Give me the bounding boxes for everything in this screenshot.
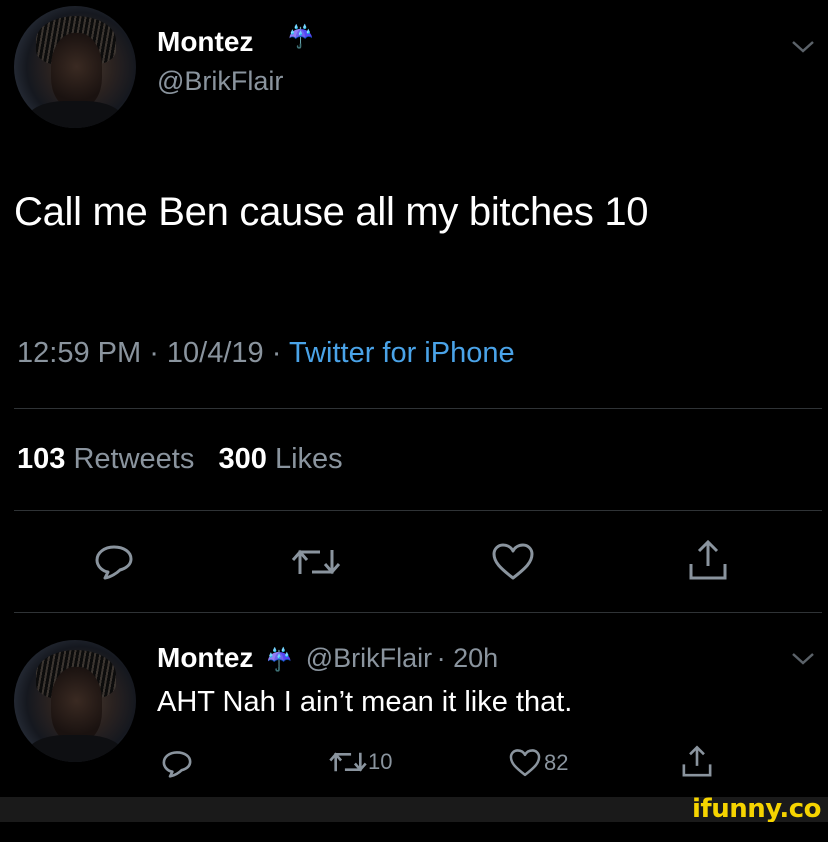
- author-handle[interactable]: @BrikFlair: [157, 66, 283, 97]
- tweet-time: 12:59 PM: [17, 337, 142, 369]
- likes-stat[interactable]: 300 Likes: [219, 443, 343, 475]
- divider: [14, 408, 822, 409]
- reply-like-count: 82: [544, 750, 569, 775]
- likes-count: 300: [218, 443, 267, 475]
- like-icon: [492, 543, 534, 580]
- meta-separator: ·: [436, 643, 454, 673]
- retweet-icon: [329, 752, 367, 772]
- tweet-stats: 103 Retweets 300 Likes: [17, 443, 343, 476]
- reply-author-name[interactable]: Montez: [157, 642, 253, 673]
- chevron-down-icon[interactable]: [790, 648, 816, 668]
- reply-retweet-count: 10: [368, 749, 393, 774]
- share-icon: [689, 539, 727, 580]
- tweet-client-link[interactable]: Twitter for iPhone: [289, 337, 515, 369]
- retweet-icon: [291, 549, 341, 575]
- reply-reply-button[interactable]: [160, 748, 194, 780]
- divider: [14, 510, 822, 511]
- like-button[interactable]: [490, 542, 536, 582]
- tweet-date: 10/4/19: [166, 337, 264, 369]
- retweets-label: Retweets: [73, 443, 195, 475]
- reply-text: AHT Nah I ain’t mean it like that.: [157, 686, 573, 718]
- tweet-meta: 12:59 PM · 10/4/19 · Twitter for iPhone: [17, 337, 515, 370]
- reply-age[interactable]: 20h: [453, 643, 498, 673]
- retweets-count: 103: [17, 443, 66, 475]
- retweet-button[interactable]: [290, 544, 342, 580]
- share-button[interactable]: [686, 538, 730, 584]
- umbrella-emoji-icon: ☔: [287, 24, 315, 49]
- chevron-down-icon[interactable]: [790, 36, 816, 56]
- reply-header: Montez ☔ @BrikFlair · 20h: [157, 642, 498, 674]
- like-icon: [509, 749, 541, 777]
- umbrella-emoji-icon: ☔: [265, 647, 294, 672]
- reply-icon: [95, 545, 133, 580]
- likes-label: Likes: [274, 443, 343, 475]
- share-icon: [682, 745, 712, 777]
- avatar[interactable]: [14, 6, 136, 128]
- meta-separator: ·: [271, 337, 289, 369]
- divider: [14, 612, 822, 613]
- reply-button[interactable]: [92, 542, 136, 582]
- reply-like-button[interactable]: 82: [508, 748, 568, 780]
- author-name[interactable]: Montez: [157, 26, 253, 58]
- reply-author-handle[interactable]: @BrikFlair: [306, 643, 432, 673]
- reply-retweet-button[interactable]: 10: [328, 748, 392, 780]
- reply-avatar[interactable]: [14, 640, 136, 762]
- retweets-stat[interactable]: 103 Retweets: [17, 443, 194, 475]
- reply-icon: [162, 751, 192, 778]
- reply-share-button[interactable]: [680, 744, 714, 780]
- watermark-text: ifunny.co: [692, 796, 821, 822]
- ifunny-watermark: ifunny.co: [692, 796, 828, 822]
- tweet-text: Call me Ben cause all my bitches 10: [14, 190, 649, 234]
- meta-separator: ·: [149, 337, 167, 369]
